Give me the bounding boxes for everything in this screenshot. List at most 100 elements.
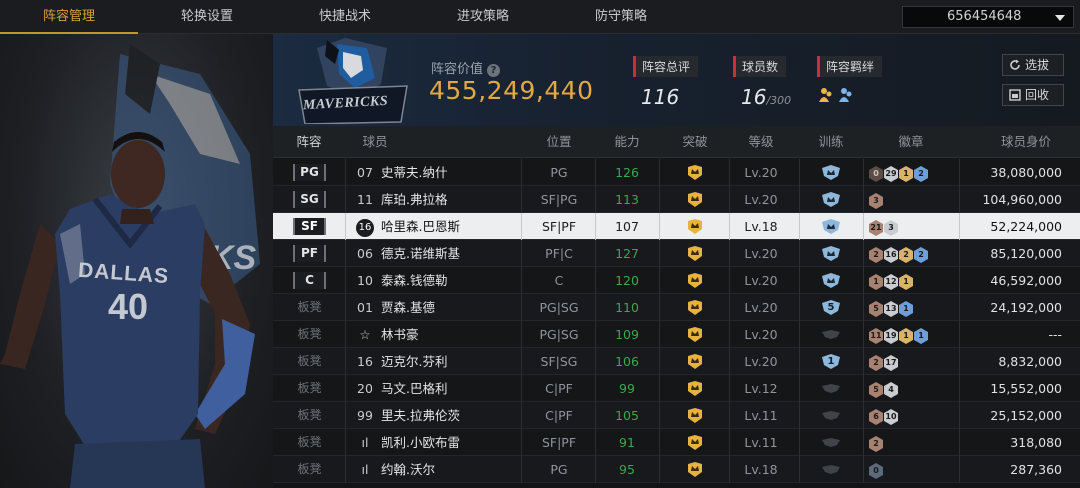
player-name[interactable]: 迈克尔.芬利 [381, 348, 447, 375]
table-row[interactable]: 板凳 ☆ 林书豪 PG|SG 109 Lv.20 11 19 1 1 --- [273, 321, 1080, 348]
select-button[interactable]: 选拔 [1002, 54, 1064, 76]
training-empty-icon[interactable] [821, 408, 841, 423]
training-crown-icon[interactable] [821, 219, 841, 234]
player-position: SF|PG [540, 192, 578, 207]
player-level: Lv.20 [744, 354, 778, 369]
badge-list[interactable]: 1 12 1 [869, 272, 914, 290]
lineup-bond-label: 阵容羁绊 [817, 56, 883, 77]
table-row[interactable]: PF 06 德克.诺维斯基 PF|C 127 Lv.20 2 16 2 2 85,120,000 [273, 240, 1080, 267]
badge-hex: 2 [869, 247, 883, 263]
player-name[interactable]: 史蒂夫.纳什 [381, 159, 447, 186]
player-ability: 110 [615, 300, 639, 315]
tab-offense-strategy[interactable]: 进攻策略 [414, 0, 552, 34]
col-training[interactable]: 训练 [799, 126, 863, 158]
bench-label: 板凳 [297, 462, 322, 476]
col-level[interactable]: 等级 [723, 126, 799, 158]
breakthrough-crown-icon[interactable] [686, 192, 704, 207]
training-empty-icon[interactable] [821, 462, 841, 477]
player-value: 46,592,000 [990, 273, 1062, 288]
lineup-slot-badge[interactable]: PG [293, 164, 326, 181]
roster-table-header: 阵容 球员名 位置 能力 突破 等级 训练 徽章 球员身价 [273, 126, 1080, 181]
badge-hex: 21 [869, 220, 883, 236]
breakthrough-crown-icon[interactable] [686, 354, 704, 369]
badge-list[interactable]: 3 [869, 191, 884, 209]
training-empty-icon[interactable] [821, 435, 841, 450]
badge-hex: 11 [869, 328, 883, 344]
badge-list[interactable]: 5 13 1 [869, 299, 914, 317]
badge-list[interactable]: 0 29 1 2 [869, 164, 929, 182]
tab-defense-strategy[interactable]: 防守策略 [552, 0, 690, 34]
player-name[interactable]: 约翰.沃尔 [381, 456, 435, 483]
lineup-slot-badge[interactable]: SF [293, 218, 326, 235]
badge-list[interactable]: 2 [869, 434, 884, 452]
recycle-button[interactable]: 回收 [1002, 84, 1064, 106]
player-value: 38,080,000 [990, 165, 1062, 180]
table-row[interactable]: PG 07 史蒂夫.纳什 PG 126 Lv.20 0 29 1 2 38,080,000 [273, 159, 1080, 186]
table-row[interactable]: SF 16 哈里森.巴恩斯 SF|PF 107 Lv.18 21 3 52,224,000 [273, 213, 1080, 240]
table-row[interactable]: C 10 泰森.钱德勒 C 120 Lv.20 1 12 1 46,592,000 [273, 267, 1080, 294]
training-crown-icon[interactable] [821, 192, 841, 207]
badge-list[interactable]: 2 17 [869, 353, 899, 371]
jersey-number: ıl [361, 462, 369, 477]
training-crown-icon[interactable] [821, 165, 841, 180]
col-position[interactable]: 位置 [521, 126, 597, 158]
breakthrough-crown-icon[interactable] [686, 165, 704, 180]
breakthrough-crown-icon[interactable] [686, 381, 704, 396]
player-illustration: ICKS [0, 44, 260, 488]
badge-hex: 2 [914, 166, 928, 182]
table-row[interactable]: 板凳 ıl 约翰.沃尔 PG 95 Lv.18 0 287,360 [273, 456, 1080, 483]
bond-people-icon[interactable] [817, 86, 857, 106]
player-name[interactable]: 库珀.弗拉格 [381, 186, 447, 213]
training-level-icon[interactable]: 5 [821, 300, 841, 315]
breakthrough-crown-icon[interactable] [686, 408, 704, 423]
account-select[interactable]: 656454648 [902, 6, 1074, 28]
training-crown-icon[interactable] [821, 273, 841, 288]
table-row[interactable]: 板凳 20 马文.巴格利 C|PF 99 Lv.12 5 4 15,552,000 [273, 375, 1080, 402]
breakthrough-crown-icon[interactable] [686, 246, 704, 261]
player-name[interactable]: 里夫.拉弗伦茨 [381, 402, 460, 429]
lineup-value: 455,249,440 [429, 76, 594, 105]
training-empty-icon[interactable] [821, 381, 841, 396]
table-row[interactable]: 板凳 99 里夫.拉弗伦茨 C|PF 105 Lv.11 6 10 25,152,000 [273, 402, 1080, 429]
badge-list[interactable]: 0 [869, 461, 884, 479]
training-level-icon[interactable]: 1 [821, 354, 841, 369]
col-badges[interactable]: 徽章 [873, 126, 949, 158]
breakthrough-crown-icon[interactable] [686, 219, 704, 234]
player-name[interactable]: 泰森.钱德勒 [381, 267, 447, 294]
lineup-slot-badge[interactable]: PF [293, 245, 326, 262]
badge-list[interactable]: 11 19 1 1 [869, 326, 929, 344]
table-row[interactable]: 板凳 01 贾森.基德 PG|SG 110 Lv.20 5 5 13 1 24,192,000 [273, 294, 1080, 321]
bond-icons[interactable] [817, 86, 882, 106]
breakthrough-crown-icon[interactable] [686, 327, 704, 342]
player-name[interactable]: 哈里森.巴恩斯 [381, 213, 460, 240]
table-row[interactable]: 板凳 16 迈克尔.芬利 SF|SG 106 Lv.20 1 2 17 8,832,000 [273, 348, 1080, 375]
table-row[interactable]: 板凳 ıl 凯利.小欧布雷 SF|PF 91 Lv.11 2 318,080 [273, 429, 1080, 456]
badge-list[interactable]: 54 [869, 380, 899, 398]
tab-rotation-settings[interactable]: 轮换设置 [138, 0, 276, 34]
tab-quick-tactics[interactable]: 快捷战术 [276, 0, 414, 34]
breakthrough-crown-icon[interactable] [686, 300, 704, 315]
breakthrough-crown-icon[interactable] [686, 273, 704, 288]
table-row[interactable]: SG 11 库珀.弗拉格 SF|PG 113 Lv.20 3 104,960,000 [273, 186, 1080, 213]
col-player-value[interactable]: 球员身价 [991, 126, 1061, 158]
col-breakthrough[interactable]: 突破 [663, 126, 727, 158]
player-name[interactable]: 凯利.小欧布雷 [381, 429, 460, 456]
player-name[interactable]: 德克.诺维斯基 [381, 240, 460, 267]
player-name[interactable]: 马文.巴格利 [381, 375, 447, 402]
lineup-slot-badge[interactable]: C [293, 272, 326, 289]
breakthrough-crown-icon[interactable] [686, 435, 704, 450]
badge-list[interactable]: 21 3 [869, 218, 899, 236]
badge-hex: 6 [869, 409, 883, 425]
breakthrough-crown-icon[interactable] [686, 462, 704, 477]
player-name[interactable]: 林书豪 [381, 321, 419, 348]
col-ability[interactable]: 能力 [595, 126, 659, 158]
player-name[interactable]: 贾森.基德 [381, 294, 435, 321]
badge-list[interactable]: 2 16 2 2 [869, 245, 929, 263]
training-crown-icon[interactable] [821, 246, 841, 261]
col-name[interactable]: 球员名 [357, 126, 393, 181]
training-empty-icon[interactable] [821, 327, 841, 342]
badge-list[interactable]: 6 10 [869, 407, 899, 425]
bench-label: 板凳 [297, 408, 322, 422]
tab-lineup-management[interactable]: 阵容管理 [0, 0, 138, 34]
lineup-slot-badge[interactable]: SG [293, 191, 326, 208]
